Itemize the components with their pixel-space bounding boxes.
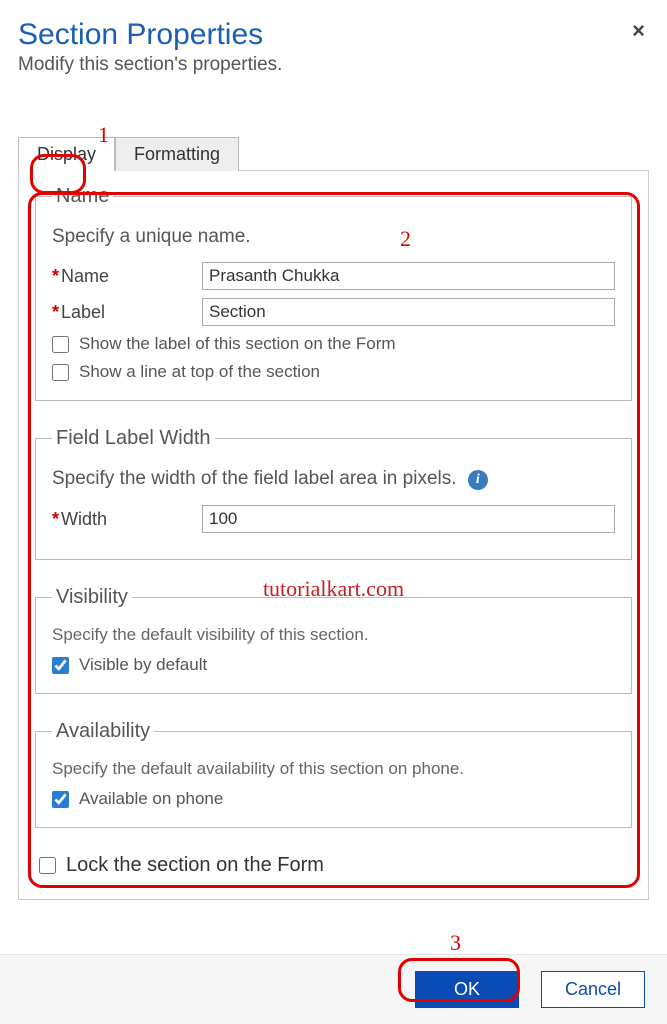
group-name: Name Specify a unique name. *Name *Label… [35, 185, 632, 401]
tab-formatting[interactable]: Formatting [115, 137, 239, 171]
group-visibility: Visibility Specify the default visibilit… [35, 586, 632, 694]
group-name-legend: Name [52, 185, 113, 208]
ok-button[interactable]: OK [415, 971, 519, 1008]
label-label: *Label [52, 302, 202, 323]
annotation-number-3: 3 [450, 930, 461, 956]
close-icon[interactable]: × [632, 18, 645, 44]
group-visibility-desc: Specify the default visibility of this s… [52, 625, 615, 645]
name-input[interactable] [202, 262, 615, 290]
dialog-title: Section Properties [18, 18, 649, 52]
show-line-text: Show a line at top of the section [79, 362, 320, 382]
dialog-subtitle: Modify this section's properties. [18, 54, 649, 76]
dialog-footer: OK Cancel [0, 954, 667, 1024]
show-label-text: Show the label of this section on the Fo… [79, 334, 396, 354]
visible-label: Visible by default [79, 655, 207, 675]
width-label: *Width [52, 509, 202, 530]
label-input[interactable] [202, 298, 615, 326]
visible-checkbox[interactable] [52, 657, 69, 674]
tab-display[interactable]: Display [18, 137, 115, 171]
info-icon[interactable]: i [468, 470, 488, 490]
group-width-desc: Specify the width of the field label are… [52, 468, 615, 491]
group-field-label-width: Field Label Width Specify the width of t… [35, 427, 632, 560]
available-label: Available on phone [79, 789, 223, 809]
name-label: *Name [52, 266, 202, 287]
width-input[interactable] [202, 505, 615, 533]
lock-label: Lock the section on the Form [66, 854, 324, 877]
show-label-checkbox[interactable] [52, 336, 69, 353]
group-width-legend: Field Label Width [52, 427, 215, 450]
cancel-button[interactable]: Cancel [541, 971, 645, 1008]
group-name-desc: Specify a unique name. [52, 226, 615, 248]
group-availability-legend: Availability [52, 720, 154, 743]
show-line-checkbox[interactable] [52, 364, 69, 381]
lock-checkbox[interactable] [39, 857, 56, 874]
group-visibility-legend: Visibility [52, 586, 132, 609]
tab-panel-display: Name Specify a unique name. *Name *Label… [18, 170, 649, 900]
group-availability-desc: Specify the default availability of this… [52, 759, 615, 779]
group-availability: Availability Specify the default availab… [35, 720, 632, 828]
available-checkbox[interactable] [52, 791, 69, 808]
